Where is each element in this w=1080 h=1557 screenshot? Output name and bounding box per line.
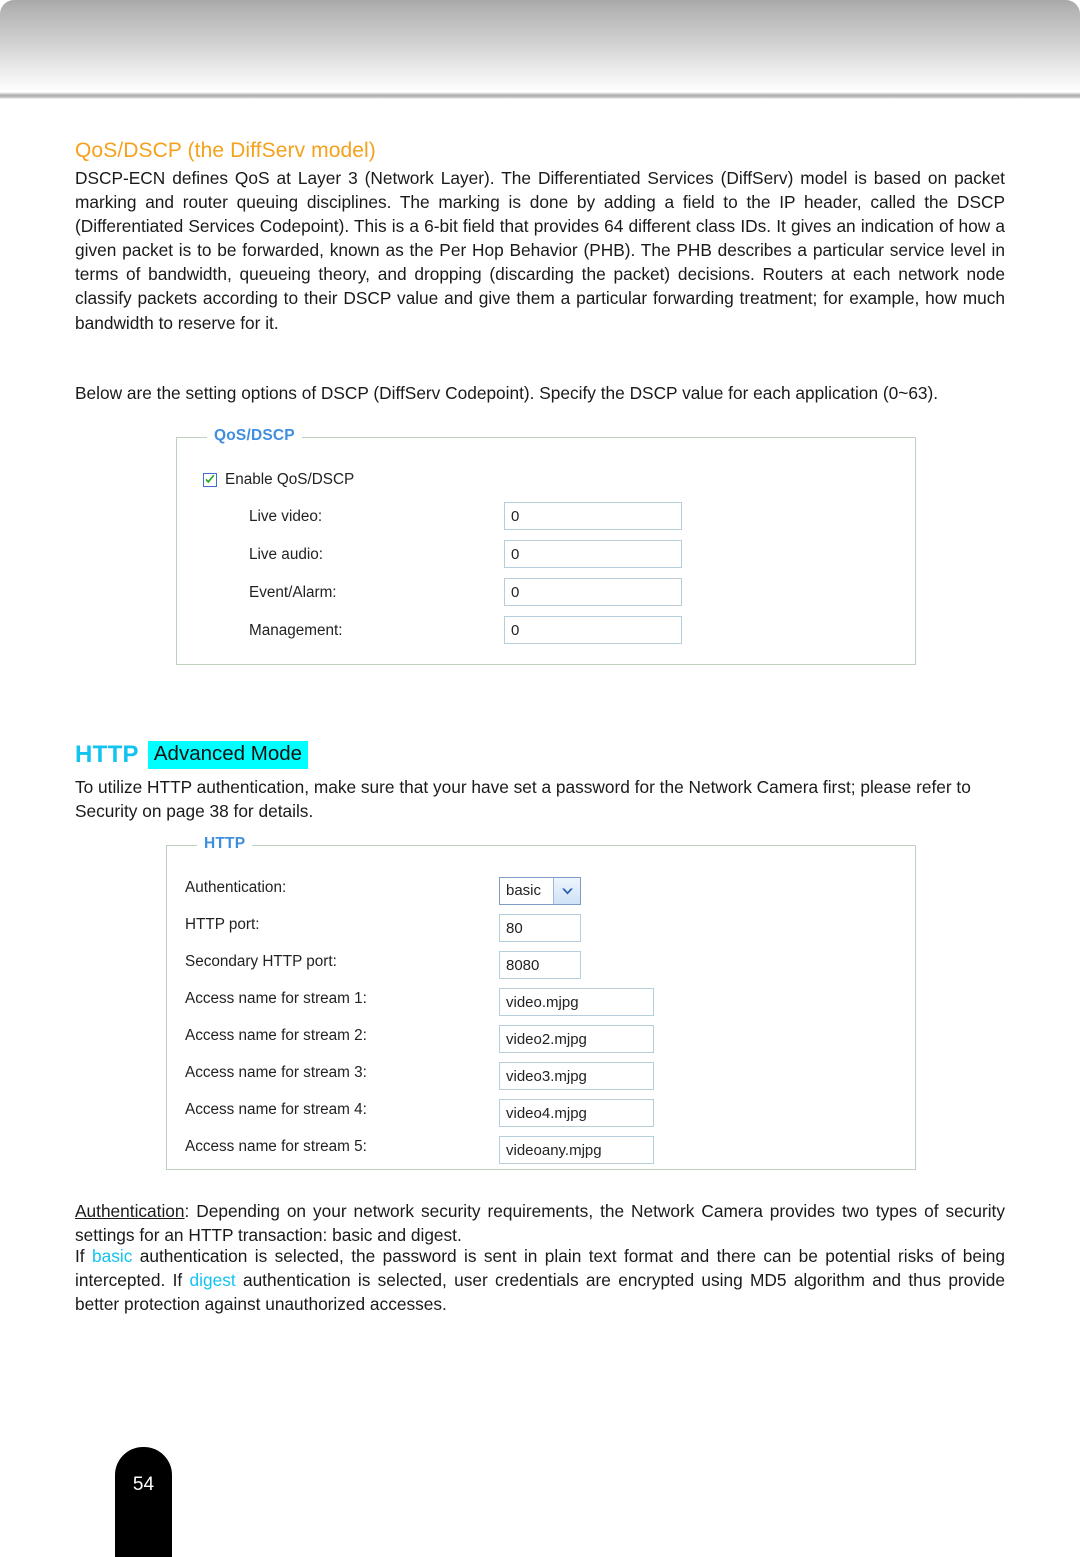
auth-digest-keyword: digest — [189, 1270, 236, 1291]
page-number: 54 — [132, 1474, 155, 1495]
qos-row-live-video: Live video: — [249, 508, 322, 526]
authentication-select-value: basic — [506, 882, 542, 899]
http-input-secondary-http-port[interactable] — [499, 951, 581, 979]
authentication-term: Authentication — [75, 1201, 185, 1221]
authentication-note-2: If basic authentication is selected, the… — [75, 1244, 1005, 1316]
qos-row-live-audio: Live audio: — [249, 546, 323, 564]
qos-label-live-audio: Live audio: — [249, 546, 323, 563]
enable-qos-dscp-label: Enable QoS/DSCP — [225, 471, 355, 488]
http-label-stream-1: Access name for stream 1: — [185, 990, 367, 1007]
http-label-http-port: HTTP port: — [185, 916, 260, 933]
page-number-tab — [115, 1447, 172, 1557]
qos-row-management: Management: — [249, 622, 343, 640]
http-section-heading: HTTP Advanced Mode — [75, 741, 309, 769]
http-row-secondary-http-port: Secondary HTTP port: — [185, 953, 337, 971]
http-panel: HTTP Authentication: basic HTTP port: Se… — [166, 835, 916, 1170]
chevron-down-icon[interactable] — [553, 878, 580, 904]
advanced-mode-badge: Advanced Mode — [147, 741, 309, 769]
http-label-stream-5: Access name for stream 5: — [185, 1138, 367, 1155]
auth-basic-keyword: basic — [92, 1246, 133, 1266]
http-input-stream-4[interactable] — [499, 1099, 654, 1127]
http-input-stream-5[interactable] — [499, 1136, 654, 1164]
http-row-http-port: HTTP port: — [185, 916, 260, 934]
http-label-stream-4: Access name for stream 4: — [185, 1101, 367, 1118]
http-row-stream-5: Access name for stream 5: — [185, 1138, 367, 1156]
qos-label-management: Management: — [249, 622, 343, 639]
enable-qos-dscp-checkbox-row[interactable]: Enable QoS/DSCP — [203, 471, 354, 489]
http-input-stream-1[interactable] — [499, 988, 654, 1016]
qos-input-live-audio[interactable] — [504, 540, 682, 568]
qos-input-live-video[interactable] — [504, 502, 682, 530]
http-heading-word: HTTP — [75, 741, 139, 768]
qos-input-event-alarm[interactable] — [504, 578, 682, 606]
qos-paragraph-1: DSCP-ECN defines QoS at Layer 3 (Network… — [75, 168, 1005, 333]
qos-row-event-alarm: Event/Alarm: — [249, 584, 337, 602]
checkbox-checked-icon[interactable] — [203, 473, 217, 487]
qos-label-event-alarm: Event/Alarm: — [249, 584, 337, 601]
authentication-note: Authentication: Depending on your networ… — [75, 1199, 1005, 1247]
http-paragraph: To utilize HTTP authentication, make sur… — [75, 777, 971, 822]
http-row-stream-3: Access name for stream 3: — [185, 1064, 367, 1082]
authentication-select[interactable]: basic — [499, 877, 581, 905]
http-row-authentication: Authentication: — [185, 879, 286, 897]
http-label-authentication: Authentication: — [185, 879, 287, 896]
page-header-band — [0, 0, 1080, 92]
qos-dscp-panel: QoS/DSCP Enable QoS/DSCP Live video: Liv… — [176, 427, 916, 665]
http-label-stream-2: Access name for stream 2: — [185, 1027, 367, 1044]
http-input-http-port[interactable] — [499, 914, 581, 942]
auth-note-part2-pre: If — [75, 1246, 93, 1266]
http-label-secondary-http-port: Secondary HTTP port: — [185, 953, 337, 970]
http-label-stream-3: Access name for stream 3: — [185, 1064, 367, 1081]
qos-paragraph-2: Below are the setting options of DSCP (D… — [75, 383, 939, 403]
http-input-stream-2[interactable] — [499, 1025, 654, 1053]
qos-input-management[interactable] — [504, 616, 682, 644]
http-panel-legend: HTTP — [197, 835, 253, 853]
qos-label-live-video: Live video: — [249, 508, 323, 525]
qos-section-title: QoS/DSCP (the DiffServ model) — [75, 139, 376, 162]
http-row-stream-2: Access name for stream 2: — [185, 1027, 367, 1045]
http-input-stream-3[interactable] — [499, 1062, 654, 1090]
qos-panel-legend: QoS/DSCP — [207, 427, 302, 445]
authentication-note-part1: : Depending on your network security req… — [75, 1201, 1005, 1246]
http-row-stream-1: Access name for stream 1: — [185, 990, 367, 1008]
http-row-stream-4: Access name for stream 4: — [185, 1101, 367, 1119]
page-header-rule — [0, 92, 1080, 99]
